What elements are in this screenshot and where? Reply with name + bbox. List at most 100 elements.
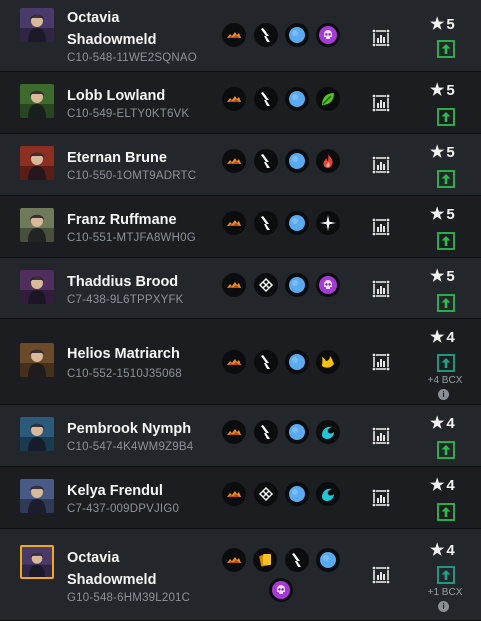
card-uid: C7-437-009DPVJIG0 — [67, 503, 180, 515]
card-name-line: Thaddius Brood — [67, 274, 179, 290]
info-icon[interactable]: i — [438, 601, 449, 612]
card-row[interactable]: Octavia Shadowmeld C10-548-11WE2SQNAO ★ 5 — [0, 0, 481, 72]
card-portrait[interactable] — [20, 8, 54, 42]
arrow-ability-icon[interactable] — [254, 420, 278, 444]
card-name[interactable]: Octavia Shadowmeld — [67, 547, 217, 591]
stats-chart-icon[interactable] — [371, 217, 391, 237]
upgrade-arrow-icon[interactable] — [437, 566, 455, 584]
card-portrait[interactable] — [20, 417, 54, 451]
death-skull-icon[interactable] — [316, 273, 340, 297]
blue-orb-icon[interactable] — [285, 87, 309, 111]
blue-orb-icon[interactable] — [285, 273, 309, 297]
card-portrait[interactable] — [20, 270, 54, 304]
star-count: 4 — [446, 542, 455, 559]
card-name[interactable]: Eternan Brune — [67, 147, 217, 169]
stats-chart-icon[interactable] — [371, 93, 391, 113]
life-star-icon[interactable] — [316, 211, 340, 235]
stats-chart-icon[interactable] — [371, 279, 391, 299]
death-skull-icon[interactable] — [316, 23, 340, 47]
arrow-ability-icon[interactable] — [254, 87, 278, 111]
upgrade-arrow-icon[interactable] — [437, 170, 455, 188]
blue-orb-icon[interactable] — [285, 149, 309, 173]
card-row[interactable]: Pembrook Nymph C10-547-4K4WM9Z9B4 ★ 4 — [0, 405, 481, 467]
card-name[interactable]: Octavia Shadowmeld — [67, 7, 217, 51]
dragon-claw-icon[interactable] — [316, 350, 340, 374]
card-name[interactable]: Lobb Lowland — [67, 85, 217, 107]
splinter-icon[interactable] — [222, 211, 246, 235]
water-wave-icon[interactable] — [316, 420, 340, 444]
card-name[interactable]: Franz Ruffmane — [67, 209, 217, 231]
blue-orb-icon[interactable] — [285, 482, 309, 506]
splinter-icon[interactable] — [222, 548, 246, 572]
splinter-icon[interactable] — [222, 23, 246, 47]
card-row[interactable]: Kelya Frendul C7-437-009DPVJIG0 ★ 4 — [0, 467, 481, 529]
blue-orb-icon[interactable] — [285, 420, 309, 444]
info-icon[interactable]: i — [438, 389, 449, 400]
card-row[interactable]: Helios Matriarch C10-552-1510J35068 ★ 4 +4 B… — [0, 319, 481, 405]
card-name[interactable]: Pembrook Nymph — [67, 418, 217, 440]
stats-chart-icon[interactable] — [371, 28, 391, 48]
upgrade-arrow-icon[interactable] — [437, 108, 455, 126]
water-wave-icon[interactable] — [316, 482, 340, 506]
card-uid: C7-438-9L6TPPXYFK — [67, 294, 184, 306]
upgrade-arrow-icon[interactable] — [437, 294, 455, 312]
diamond-ability-icon[interactable] — [254, 482, 278, 506]
card-name-line: Shadowmeld — [67, 572, 157, 588]
card-portrait[interactable] — [20, 84, 54, 118]
card-portrait[interactable] — [20, 208, 54, 242]
blue-orb-icon[interactable] — [285, 211, 309, 235]
upgrade-arrow-icon[interactable] — [437, 232, 455, 250]
arrow-ability-icon[interactable] — [254, 211, 278, 235]
arrow-ability-icon[interactable] — [254, 149, 278, 173]
star-icon: ★ — [430, 268, 445, 285]
stats-chart-icon[interactable] — [371, 488, 391, 508]
blue-orb-icon[interactable] — [316, 548, 340, 572]
card-portrait[interactable] — [20, 146, 54, 180]
card-row[interactable]: Octavia Shadowmeld G10-548-6HM39L201C ★ 4 +1 … — [0, 529, 481, 621]
stats-chart-icon[interactable] — [371, 155, 391, 175]
star-icon: ★ — [430, 415, 445, 432]
gold-card-icon[interactable] — [253, 548, 277, 572]
card-name[interactable]: Thaddius Brood — [67, 271, 217, 293]
splinter-icon[interactable] — [222, 482, 246, 506]
arrow-ability-icon[interactable] — [285, 548, 309, 572]
card-name-line: Kelya Frendul — [67, 483, 163, 499]
earth-leaf-icon[interactable] — [316, 87, 340, 111]
arrow-ability-icon[interactable] — [254, 350, 278, 374]
fire-flame-icon[interactable] — [316, 149, 340, 173]
stats-chart-icon[interactable] — [371, 352, 391, 372]
card-row[interactable]: Lobb Lowland C10-549-ELTY0KT6VK ★ 5 — [0, 72, 481, 134]
star-count: 5 — [446, 268, 455, 285]
blue-orb-icon[interactable] — [285, 23, 309, 47]
card-name[interactable]: Kelya Frendul — [67, 480, 217, 502]
star-level: ★ 4 — [430, 329, 455, 347]
stats-chart-icon[interactable] — [371, 426, 391, 446]
card-portrait[interactable] — [20, 479, 54, 513]
upgrade-arrow-icon[interactable] — [437, 503, 455, 521]
splinter-icon[interactable] — [222, 350, 246, 374]
card-name-line: Helios Matriarch — [67, 346, 180, 362]
card-portrait[interactable] — [20, 343, 54, 377]
card-row[interactable]: Eternan Brune C10-550-1OMT9ADRTC ★ 5 — [0, 134, 481, 196]
card-row[interactable]: Franz Ruffmane C10-551-MTJFA8WH0G ★ 5 — [0, 196, 481, 258]
splinter-icon[interactable] — [222, 273, 246, 297]
upgrade-arrow-icon[interactable] — [437, 441, 455, 459]
card-portrait[interactable] — [20, 545, 54, 579]
splinter-icon[interactable] — [222, 87, 246, 111]
blue-orb-icon[interactable] — [285, 350, 309, 374]
stats-chart-icon[interactable] — [371, 565, 391, 585]
star-level: ★ 4 — [430, 415, 455, 433]
star-icon: ★ — [430, 477, 445, 494]
diamond-ability-icon[interactable] — [254, 273, 278, 297]
arrow-ability-icon[interactable] — [254, 23, 278, 47]
card-row[interactable]: Thaddius Brood C7-438-9L6TPPXYFK ★ 5 — [0, 258, 481, 319]
death-skull-icon[interactable] — [269, 578, 293, 602]
star-level: ★ 5 — [430, 206, 455, 224]
splinter-icon[interactable] — [222, 149, 246, 173]
card-name[interactable]: Helios Matriarch — [67, 343, 217, 365]
bcx-count: +4 BCX — [427, 375, 463, 386]
star-level: ★ 4 — [430, 477, 455, 495]
upgrade-arrow-icon[interactable] — [437, 40, 455, 58]
splinter-icon[interactable] — [222, 420, 246, 444]
upgrade-arrow-icon[interactable] — [437, 354, 455, 372]
